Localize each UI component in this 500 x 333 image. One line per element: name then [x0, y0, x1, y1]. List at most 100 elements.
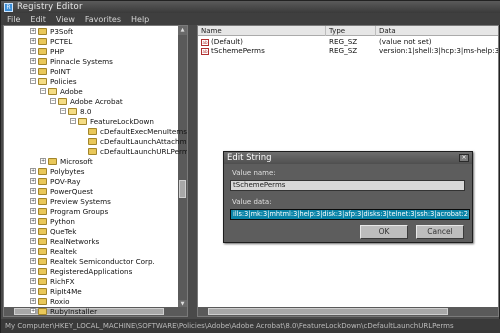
- menu-file[interactable]: File: [3, 15, 24, 24]
- tree-node[interactable]: + Preview Systems: [30, 196, 111, 206]
- tree-node[interactable]: − FeatureLockDown: [70, 116, 154, 126]
- column-header-type[interactable]: Type: [326, 26, 376, 36]
- collapse-icon[interactable]: −: [30, 78, 36, 84]
- tree-node[interactable]: + P3Soft: [30, 26, 73, 36]
- tree-node[interactable]: +cDefaultExecMenuItems: [80, 126, 187, 136]
- values-hscroll-thumb[interactable]: [208, 308, 448, 315]
- expand-icon[interactable]: +: [30, 48, 36, 54]
- menu-edit[interactable]: Edit: [26, 15, 50, 24]
- folder-icon: [38, 287, 47, 295]
- dialog-title-bar[interactable]: Edit String ×: [224, 152, 472, 164]
- tree-node-label: POV-Ray: [50, 176, 81, 186]
- string-value-icon: ab: [201, 38, 209, 46]
- tree-node[interactable]: +cDefaultLaunchURLPerm: [80, 146, 187, 156]
- tree-node[interactable]: + PCTEL: [30, 36, 72, 46]
- tree-node[interactable]: + PowerQuest: [30, 186, 93, 196]
- tree-node[interactable]: + POV-Ray: [30, 176, 80, 186]
- expand-icon[interactable]: +: [30, 228, 36, 234]
- tree-vertical-scrollbar[interactable]: ▲ ▼: [178, 26, 187, 309]
- tree-node-label: cDefaultLaunchAttachme: [100, 136, 188, 146]
- expand-icon[interactable]: +: [30, 168, 36, 174]
- tree-node[interactable]: − Adobe Acrobat: [50, 96, 123, 106]
- collapse-icon[interactable]: −: [40, 88, 46, 94]
- registry-editor-icon: R: [4, 2, 13, 12]
- value-data-label: Value data:: [232, 198, 272, 206]
- expand-icon[interactable]: +: [30, 188, 36, 194]
- expand-icon[interactable]: +: [30, 208, 36, 214]
- values-list-header: Name Type Data: [198, 26, 498, 36]
- ok-button[interactable]: OK: [360, 225, 408, 239]
- folder-icon: [38, 77, 47, 85]
- tree-node[interactable]: + Pinnacle Systems: [30, 56, 113, 66]
- tree-node[interactable]: − Policies: [30, 76, 77, 86]
- tree-node[interactable]: + PoINT: [30, 66, 70, 76]
- expand-icon[interactable]: +: [30, 258, 36, 264]
- tree-node[interactable]: + RipIt4Me: [30, 286, 82, 296]
- expand-icon[interactable]: +: [30, 268, 36, 274]
- expand-icon[interactable]: +: [30, 288, 36, 294]
- expand-icon[interactable]: +: [30, 58, 36, 64]
- expand-icon[interactable]: +: [30, 278, 36, 284]
- expand-icon[interactable]: +: [30, 28, 36, 34]
- expand-icon[interactable]: +: [30, 178, 36, 184]
- tree-node[interactable]: + PHP: [30, 46, 64, 56]
- pane-splitter[interactable]: [189, 25, 197, 317]
- value-data-input[interactable]: ills:3|mk:3|mhtml:3|help:3|disk:3|afp:3|…: [230, 209, 470, 220]
- tree-node[interactable]: + RealNetworks: [30, 236, 99, 246]
- folder-icon: [38, 207, 47, 215]
- folder-icon: [48, 87, 57, 95]
- tree-scroll-thumb[interactable]: [179, 180, 186, 198]
- tree-node[interactable]: + Program Groups: [30, 206, 108, 216]
- folder-icon: [38, 167, 47, 175]
- dialog-title: Edit String: [227, 153, 272, 163]
- registry-tree-pane[interactable]: ▲ ▼ + P3Soft + PCTEL + PHP + Pinnacle Systems + P…: [3, 25, 188, 317]
- tree-node[interactable]: + Realtek: [30, 246, 77, 256]
- expand-icon[interactable]: +: [30, 238, 36, 244]
- folder-icon: [88, 137, 97, 145]
- values-horizontal-scrollbar[interactable]: [198, 307, 498, 316]
- tree-node[interactable]: + Realtek Semiconductor Corp.: [30, 256, 155, 266]
- expand-icon[interactable]: +: [30, 68, 36, 74]
- value-name: tSchemePerms: [211, 46, 265, 55]
- tree-node[interactable]: + QueTek: [30, 226, 76, 236]
- collapse-icon[interactable]: −: [50, 98, 56, 104]
- tree-node[interactable]: + RegisteredApplications: [30, 266, 132, 276]
- expand-icon[interactable]: +: [30, 38, 36, 44]
- folder-icon: [38, 297, 47, 305]
- expand-icon[interactable]: +: [30, 198, 36, 204]
- expand-icon[interactable]: +: [30, 218, 36, 224]
- tree-node-label: PoINT: [50, 66, 71, 76]
- expand-icon[interactable]: +: [30, 308, 36, 314]
- tree-node[interactable]: + Python: [30, 216, 75, 226]
- menu-view[interactable]: View: [52, 15, 79, 24]
- tree-node[interactable]: + Microsoft: [40, 156, 93, 166]
- expand-icon[interactable]: +: [30, 298, 36, 304]
- column-header-data[interactable]: Data: [376, 26, 498, 36]
- value-name-label: Value name:: [232, 169, 276, 177]
- column-header-name[interactable]: Name: [198, 26, 326, 36]
- close-icon[interactable]: ×: [459, 154, 469, 162]
- collapse-icon[interactable]: −: [60, 108, 66, 114]
- menu-help[interactable]: Help: [127, 15, 153, 24]
- tree-node-label: PHP: [50, 46, 65, 56]
- cancel-button[interactable]: Cancel: [416, 225, 464, 239]
- tree-node[interactable]: + RichFX: [30, 276, 75, 286]
- tree-node[interactable]: − 8.0: [60, 106, 91, 116]
- status-bar-path: My Computer\HKEY_LOCAL_MACHINE\SOFTWARE\…: [1, 319, 500, 333]
- tree-node[interactable]: + Polybytes: [30, 166, 85, 176]
- collapse-icon[interactable]: −: [70, 118, 76, 124]
- folder-icon: [38, 307, 47, 315]
- folder-icon: [58, 97, 67, 105]
- expand-icon[interactable]: +: [40, 158, 46, 164]
- tree-node[interactable]: + RubyInstaller: [30, 306, 97, 316]
- tree-node[interactable]: +cDefaultLaunchAttachme: [80, 136, 188, 146]
- tree-node[interactable]: − Adobe: [40, 86, 83, 96]
- value-type: REG_SZ: [329, 46, 358, 55]
- menu-favorites[interactable]: Favorites: [81, 15, 125, 24]
- scroll-up-arrow-icon[interactable]: ▲: [178, 26, 187, 35]
- tree-node[interactable]: + Roxio: [30, 296, 70, 306]
- edit-string-dialog: Edit String × Value name: tSchemePerms V…: [223, 151, 473, 243]
- value-row[interactable]: ab tSchemePerms REG_SZ version:1|shell:3|…: [198, 46, 498, 55]
- value-row[interactable]: ab (Default) REG_SZ (value not set): [198, 37, 498, 46]
- expand-icon[interactable]: +: [30, 248, 36, 254]
